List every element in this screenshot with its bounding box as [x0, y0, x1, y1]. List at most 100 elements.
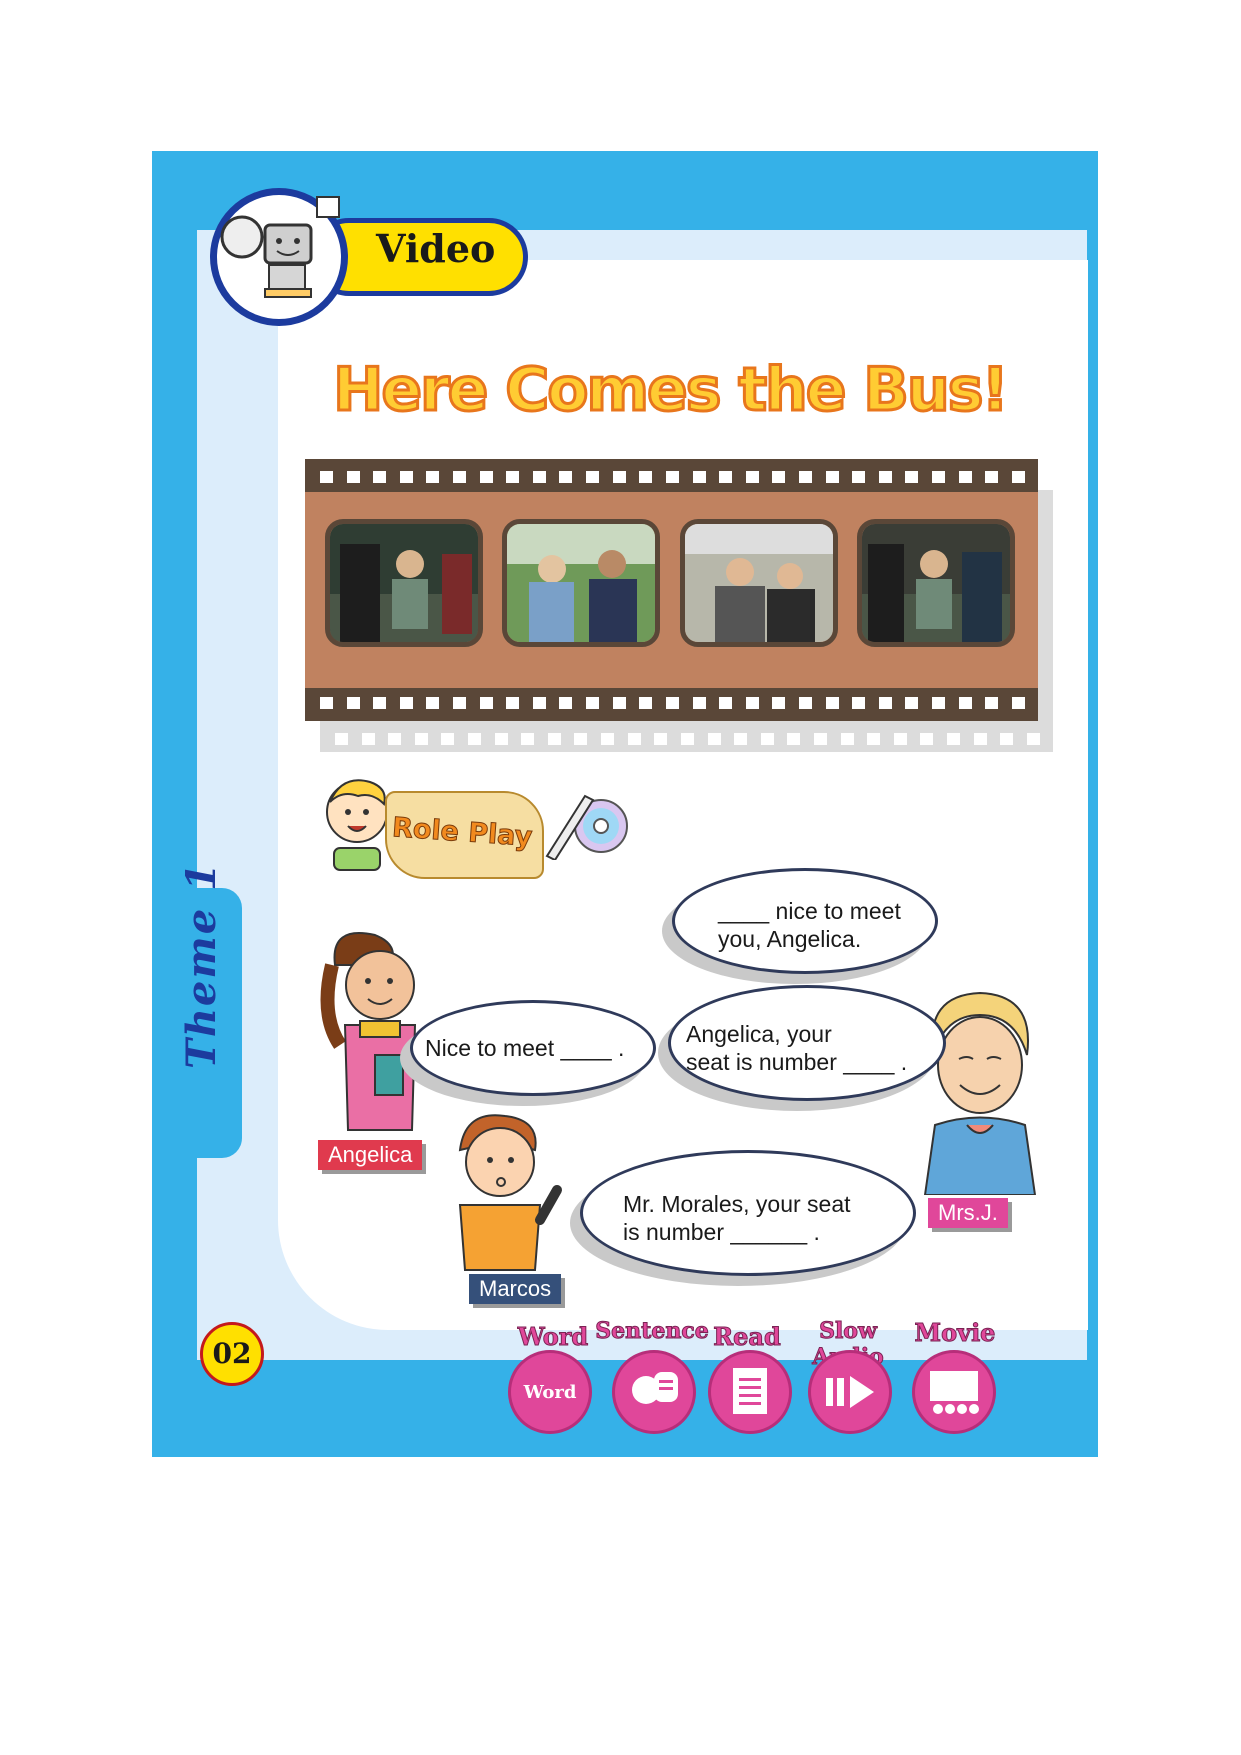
film-hole	[414, 733, 428, 745]
page-number: 02	[200, 1322, 264, 1386]
word-label: Word	[517, 1322, 589, 1352]
film-hole	[346, 697, 360, 709]
film-hole	[973, 733, 987, 745]
film-hole	[654, 733, 668, 745]
film-hole	[586, 471, 600, 483]
film-hole	[958, 697, 972, 709]
film-hole	[426, 697, 440, 709]
bubble-bottom-line-2: is number ______ .	[623, 1219, 820, 1245]
mrs-j-character	[915, 985, 1045, 1200]
film-hole	[479, 697, 493, 709]
film-hole	[760, 733, 774, 745]
film-hole	[665, 697, 679, 709]
film-hole	[506, 471, 520, 483]
film-hole	[346, 471, 360, 483]
film-hole	[692, 697, 706, 709]
film-hole	[719, 697, 733, 709]
marcos-character	[445, 1110, 575, 1285]
film-hole	[985, 697, 999, 709]
bubble-top-line-1: ____ nice to meet	[718, 898, 901, 924]
bubble-top-line-2: you, Angelica.	[718, 926, 862, 952]
film-hole	[639, 471, 653, 483]
film-hole	[559, 697, 573, 709]
film-hole	[878, 697, 892, 709]
film-hole	[772, 471, 786, 483]
film-hole	[772, 697, 786, 709]
film-hole	[787, 733, 801, 745]
film-hole	[798, 697, 812, 709]
boy-mascot-icon	[322, 774, 392, 879]
film-hole	[506, 697, 520, 709]
movie-button[interactable]	[912, 1350, 996, 1434]
bubble-bottom-text: Mr. Morales, your seat is number ______ …	[623, 1190, 903, 1246]
film-hole	[586, 697, 600, 709]
film-hole	[867, 733, 881, 745]
theme-label: Theme 1	[178, 861, 225, 1069]
page-title: Here Comes the Bus!	[332, 354, 1011, 427]
film-hole	[559, 471, 573, 483]
film-hole	[612, 697, 626, 709]
film-hole	[399, 697, 413, 709]
film-hole	[373, 697, 387, 709]
film-hole	[373, 471, 387, 483]
film-hole	[825, 697, 839, 709]
film-hole	[479, 471, 493, 483]
film-hole	[335, 733, 348, 745]
film-hole	[388, 733, 402, 745]
bubble-middle-text: Angelica, your seat is number ____ .	[686, 1020, 926, 1076]
film-hole	[707, 733, 721, 745]
film-hole	[905, 471, 919, 483]
film-hole	[905, 697, 919, 709]
film-hole	[852, 697, 866, 709]
film-hole	[399, 471, 413, 483]
film-hole	[665, 471, 679, 483]
bubble-top-text: ____ nice to meet you, Angelica.	[718, 897, 918, 953]
film-hole	[532, 471, 546, 483]
document-icon	[733, 1368, 767, 1414]
film-hole	[1000, 733, 1014, 745]
speech-icon	[632, 1372, 678, 1404]
film-hole	[947, 733, 961, 745]
audio-pen-cd-icon[interactable]	[545, 790, 635, 865]
film-hole	[547, 733, 561, 745]
film-frame-4[interactable]	[857, 519, 1015, 647]
film-shadow-holes	[335, 733, 1040, 745]
film-hole	[692, 471, 706, 483]
film-hole	[745, 471, 759, 483]
film-hole	[958, 471, 972, 483]
read-label: Read	[713, 1322, 782, 1352]
name-tag-mrs-j: Mrs.J.	[928, 1198, 1008, 1228]
bubble-left-text: Nice to meet ____ .	[425, 1035, 625, 1061]
film-hole	[612, 471, 626, 483]
film-hole	[719, 471, 733, 483]
film-hole	[320, 697, 333, 709]
film-hole	[985, 471, 999, 483]
film-hole	[734, 733, 748, 745]
read-button[interactable]	[708, 1350, 792, 1434]
word-icon: Word	[523, 1381, 577, 1403]
film-frame-2[interactable]	[502, 519, 660, 647]
film-frame-1[interactable]	[325, 519, 483, 647]
film-hole	[840, 733, 854, 745]
film-hole	[1011, 471, 1025, 483]
film-hole	[320, 471, 333, 483]
film-holes-bottom	[320, 697, 1025, 709]
film-hole	[441, 733, 455, 745]
sentence-button[interactable]	[612, 1350, 696, 1434]
film-frame-3[interactable]	[680, 519, 838, 647]
film-hole	[1011, 697, 1025, 709]
film-hole	[920, 733, 934, 745]
word-button[interactable]: Word	[508, 1350, 592, 1434]
film-hole	[468, 733, 482, 745]
film-hole	[453, 471, 467, 483]
slow-audio-button[interactable]	[808, 1350, 892, 1434]
film-hole	[932, 471, 946, 483]
film-holes-top	[320, 471, 1025, 483]
bubble-middle-line-2: seat is number ____ .	[686, 1049, 908, 1075]
film-hole	[494, 733, 508, 745]
name-tag-marcos: Marcos	[469, 1274, 562, 1304]
film-hole	[1026, 733, 1040, 745]
film-hole	[745, 697, 759, 709]
film-hole	[601, 733, 615, 745]
film-hole	[574, 733, 588, 745]
